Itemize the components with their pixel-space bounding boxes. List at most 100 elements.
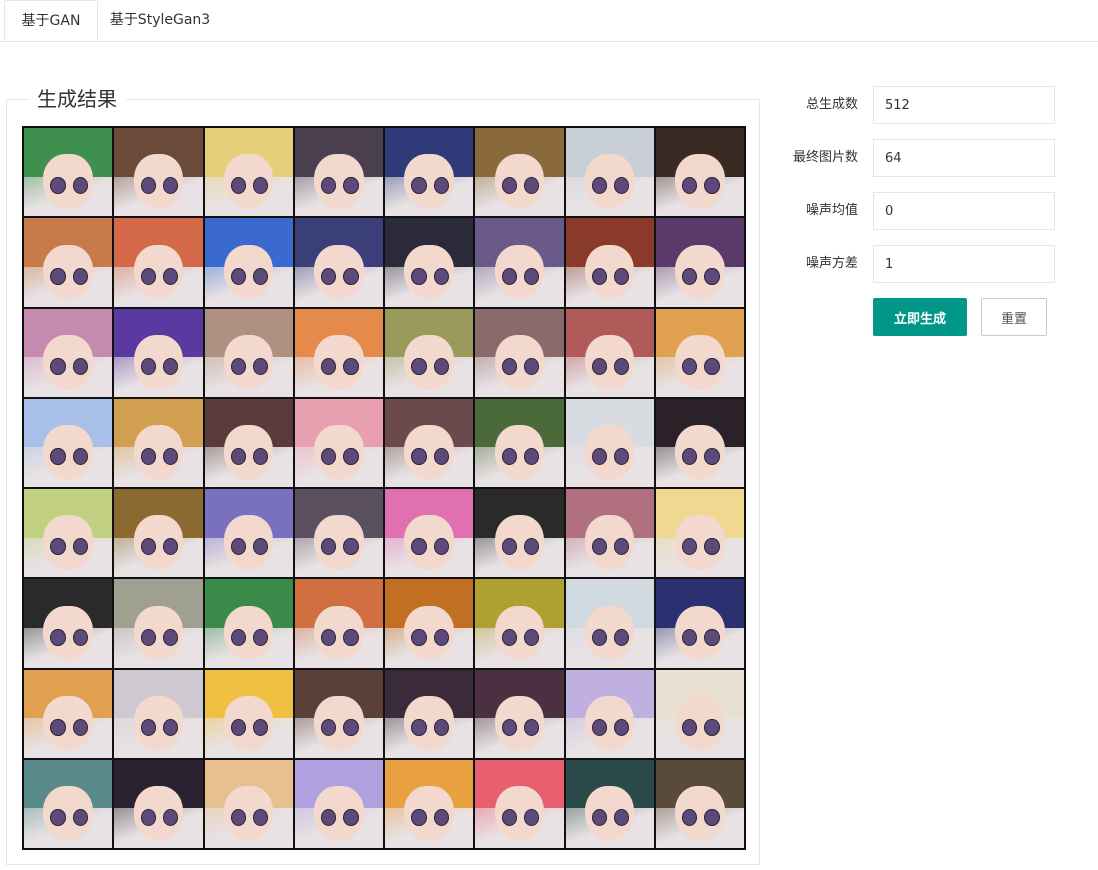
right-eye xyxy=(162,628,179,646)
right-eye xyxy=(704,718,720,736)
noise-variance-label: 噪声方差 xyxy=(805,256,858,271)
right-eye xyxy=(433,357,449,375)
generated-face-image xyxy=(385,489,474,578)
noise-mean-input[interactable] xyxy=(873,192,1055,230)
right-eye xyxy=(253,718,269,736)
right-eye xyxy=(614,718,630,736)
total-count-input[interactable] xyxy=(873,86,1055,124)
generated-face-image xyxy=(24,579,113,668)
left-eye xyxy=(230,267,247,285)
generated-face-image xyxy=(385,669,474,758)
right-eye xyxy=(162,267,179,285)
right-eye xyxy=(523,628,540,646)
left-eye xyxy=(501,448,517,466)
left-eye xyxy=(321,628,337,646)
generate-button[interactable]: 立即生成 xyxy=(873,298,967,336)
left-eye xyxy=(682,267,698,285)
left-eye xyxy=(501,628,517,646)
right-eye xyxy=(704,809,720,827)
tab-stylegan3[interactable]: 基于StyleGan3 xyxy=(98,0,222,40)
right-eye xyxy=(343,809,359,827)
noise-variance-input[interactable] xyxy=(873,245,1055,283)
generated-face-image xyxy=(655,308,744,397)
left-eye xyxy=(50,177,66,195)
right-eye xyxy=(433,628,449,646)
result-panel-title: 生成结果 xyxy=(28,86,126,112)
generated-face-image xyxy=(655,579,744,668)
right-eye xyxy=(72,267,88,285)
right-eye xyxy=(343,628,359,646)
right-eye xyxy=(253,357,269,375)
right-eye xyxy=(343,448,359,466)
generated-face-image xyxy=(294,759,383,848)
left-eye xyxy=(140,448,156,466)
generated-face-image xyxy=(204,579,293,668)
generated-image-grid xyxy=(22,126,746,850)
generated-face-image xyxy=(655,218,744,307)
generated-face-image xyxy=(204,218,293,307)
right-eye xyxy=(433,718,449,736)
right-eye xyxy=(72,809,88,827)
left-eye xyxy=(230,357,247,375)
generated-face-image xyxy=(204,128,293,217)
right-eye xyxy=(523,809,540,827)
left-eye xyxy=(411,538,427,556)
noise-mean-label: 噪声均值 xyxy=(805,203,858,218)
generated-face-image xyxy=(655,489,744,578)
left-eye xyxy=(501,809,517,827)
generated-face-image xyxy=(655,669,744,758)
generated-face-image xyxy=(565,759,654,848)
generated-face-image xyxy=(24,489,113,578)
left-eye xyxy=(501,357,517,375)
generated-face-image xyxy=(385,128,474,217)
left-eye xyxy=(50,538,66,556)
generated-face-image xyxy=(565,489,654,578)
right-eye xyxy=(433,177,449,195)
generated-face-image xyxy=(24,308,113,397)
left-eye xyxy=(411,357,427,375)
generated-face-image xyxy=(475,398,564,487)
final-count-label: 最终图片数 xyxy=(792,150,858,165)
generated-face-image xyxy=(385,579,474,668)
left-eye xyxy=(140,718,156,736)
generated-face-image xyxy=(24,398,113,487)
right-eye xyxy=(523,357,540,375)
right-eye xyxy=(72,357,88,375)
generated-face-image xyxy=(294,669,383,758)
generated-face-image xyxy=(475,218,564,307)
generated-face-image xyxy=(565,398,654,487)
tab-gan[interactable]: 基于GAN xyxy=(4,0,98,40)
left-eye xyxy=(321,267,337,285)
generated-face-image xyxy=(114,489,203,578)
right-eye xyxy=(614,628,630,646)
left-eye xyxy=(140,628,156,646)
right-eye xyxy=(433,809,449,827)
final-count-input[interactable] xyxy=(873,139,1055,177)
generated-face-image xyxy=(24,669,113,758)
left-eye xyxy=(140,357,156,375)
generated-face-image xyxy=(565,128,654,217)
tab-bar: 基于GAN 基于StyleGan3 xyxy=(0,0,1098,42)
generated-face-image xyxy=(475,489,564,578)
right-eye xyxy=(162,809,179,827)
right-eye xyxy=(343,538,359,556)
left-eye xyxy=(411,177,427,195)
generated-face-image xyxy=(114,759,203,848)
left-eye xyxy=(591,267,608,285)
right-eye xyxy=(343,357,359,375)
reset-button[interactable]: 重置 xyxy=(981,298,1047,336)
left-eye xyxy=(140,267,156,285)
generated-face-image xyxy=(114,579,203,668)
right-eye xyxy=(343,267,359,285)
generated-face-image xyxy=(565,308,654,397)
left-eye xyxy=(411,628,427,646)
right-eye xyxy=(433,538,449,556)
right-eye xyxy=(343,177,359,195)
right-eye xyxy=(72,628,88,646)
right-eye xyxy=(523,267,540,285)
right-eye xyxy=(614,267,630,285)
generated-face-image xyxy=(475,579,564,668)
right-eye xyxy=(253,628,269,646)
total-count-label: 总生成数 xyxy=(805,97,858,112)
right-eye xyxy=(523,448,540,466)
